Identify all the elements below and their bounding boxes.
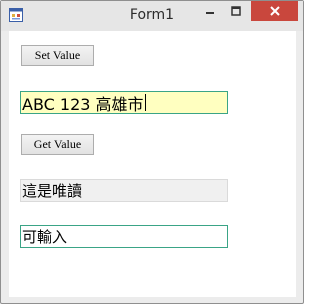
close-icon — [269, 6, 280, 16]
main-window: Form1 Set Value ABC 123 高雄市 Get Value 這是… — [0, 0, 304, 304]
text-input-2-value: 可輸入 — [22, 228, 68, 246]
text-input-2[interactable]: 可輸入 — [20, 225, 228, 248]
text-caret — [144, 94, 146, 111]
text-input-1[interactable]: ABC 123 高雄市 — [20, 91, 228, 114]
text-input-1-value: ABC 123 高雄市 — [22, 94, 144, 114]
form-client-area: Set Value ABC 123 高雄市 Get Value 這是唯讀 可輸入 — [9, 31, 296, 297]
readonly-field: 這是唯讀 — [20, 179, 228, 202]
minimize-icon — [206, 12, 214, 14]
get-value-button[interactable]: Get Value — [21, 134, 94, 155]
maximize-icon — [231, 6, 241, 16]
close-button[interactable] — [251, 1, 298, 21]
title-bar[interactable]: Form1 — [1, 1, 303, 31]
readonly-field-value: 這是唯讀 — [22, 182, 83, 200]
set-value-button[interactable]: Set Value — [21, 45, 94, 66]
minimize-button[interactable] — [197, 1, 223, 21]
maximize-button[interactable] — [223, 1, 249, 21]
